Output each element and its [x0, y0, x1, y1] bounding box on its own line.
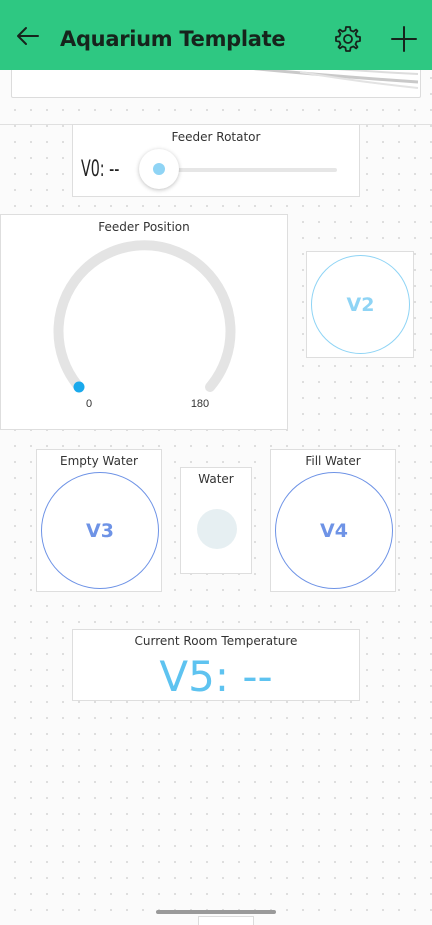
- fill-water-widget: Fill Water V4: [270, 449, 396, 592]
- feeder-rotator-widget: Feeder Rotator V0: --: [72, 124, 360, 197]
- feeder-position-widget: Feeder Position 0 180: [0, 214, 288, 430]
- slider-handle-dot: [153, 163, 165, 175]
- room-temperature-value: V5: --: [159, 652, 273, 701]
- home-indicator[interactable]: [156, 910, 276, 914]
- room-temperature-widget: Current Room Temperature V5: --: [72, 629, 360, 701]
- page-title: Aquarium Template: [60, 27, 286, 51]
- top-section-divider: [0, 96, 432, 125]
- gear-icon[interactable]: [333, 24, 363, 54]
- feeder-rotator-value: V0: --: [81, 157, 120, 182]
- v2-button[interactable]: V2: [311, 255, 410, 354]
- slider-handle[interactable]: [139, 149, 179, 189]
- room-temperature-label: Current Room Temperature: [134, 634, 298, 648]
- v2-button-widget: V2: [306, 251, 414, 358]
- fill-water-button[interactable]: V4: [275, 472, 393, 589]
- back-arrow-icon[interactable]: [14, 22, 42, 50]
- v2-button-label: V2: [346, 293, 375, 316]
- app-header: Aquarium Template: [0, 0, 432, 70]
- water-led-widget: Water: [180, 467, 252, 574]
- slider-track[interactable]: [159, 168, 337, 172]
- empty-water-button[interactable]: V3: [41, 472, 159, 589]
- gauge-min-label: 0: [85, 398, 93, 410]
- gauge-dial[interactable]: [1, 215, 289, 431]
- water-label: Water: [198, 472, 234, 486]
- fill-water-button-label: V4: [320, 519, 348, 542]
- feeder-rotator-label: Feeder Rotator: [171, 130, 261, 144]
- empty-water-label: Empty Water: [60, 454, 138, 468]
- water-status-led: [197, 509, 237, 549]
- fill-water-label: Fill Water: [305, 454, 361, 468]
- gauge-max-label: 180: [190, 398, 210, 410]
- empty-water-button-label: V3: [86, 519, 114, 542]
- add-widget-icon[interactable]: [389, 24, 419, 54]
- empty-water-widget: Empty Water V3: [36, 449, 162, 592]
